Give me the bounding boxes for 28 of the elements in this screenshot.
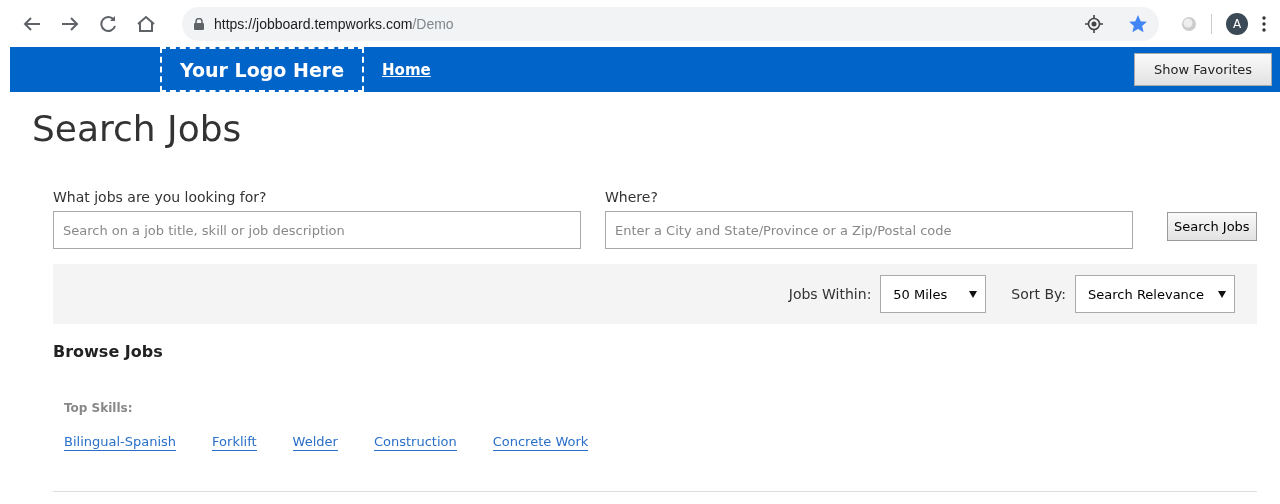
skill-link[interactable]: Bilingual-Spanish [64,434,177,451]
section-heading: Browse Jobs [53,342,164,361]
lock-icon [194,17,204,30]
skill-link[interactable]: Welder [292,434,338,451]
sort-select[interactable]: Search Relevance [1075,275,1235,313]
nav-link[interactable]: Home [382,60,431,79]
skill-link[interactable]: Forklift [212,434,257,451]
menu-icon[interactable] [1262,15,1266,32]
search-button[interactable]: Search Jobs [1167,212,1257,241]
location-field[interactable]: Enter a City and State/Province or a Zip/Postal code [605,211,1133,249]
skill-link[interactable]: Construction [373,434,457,451]
job-search-field[interactable]: Search on a job title, skill or job description [53,211,581,249]
star-icon[interactable] [1129,14,1147,33]
logo[interactable]: Your Logo Here [160,47,365,92]
url-text[interactable]: https://jobboard.tempworks.com/Demo [214,15,454,32]
filter-label: Sort By: [1011,286,1067,302]
field-label: What jobs are you looking for? [53,189,268,205]
caret-icon [1218,290,1226,298]
distance-select[interactable]: 50 Miles [880,275,987,313]
page-title: Search Jobs [32,108,243,149]
profile-avatar[interactable]: A [1226,12,1248,35]
field-label: Where? [605,189,659,205]
show-favorites-button[interactable]: Show Favorites [1134,53,1272,86]
filter-label: Jobs Within: [788,286,872,302]
caret-icon [969,290,978,298]
skills-label: Top Skills: [64,401,133,415]
skill-link[interactable]: Concrete Work [492,434,589,451]
location-icon[interactable] [1085,14,1103,33]
